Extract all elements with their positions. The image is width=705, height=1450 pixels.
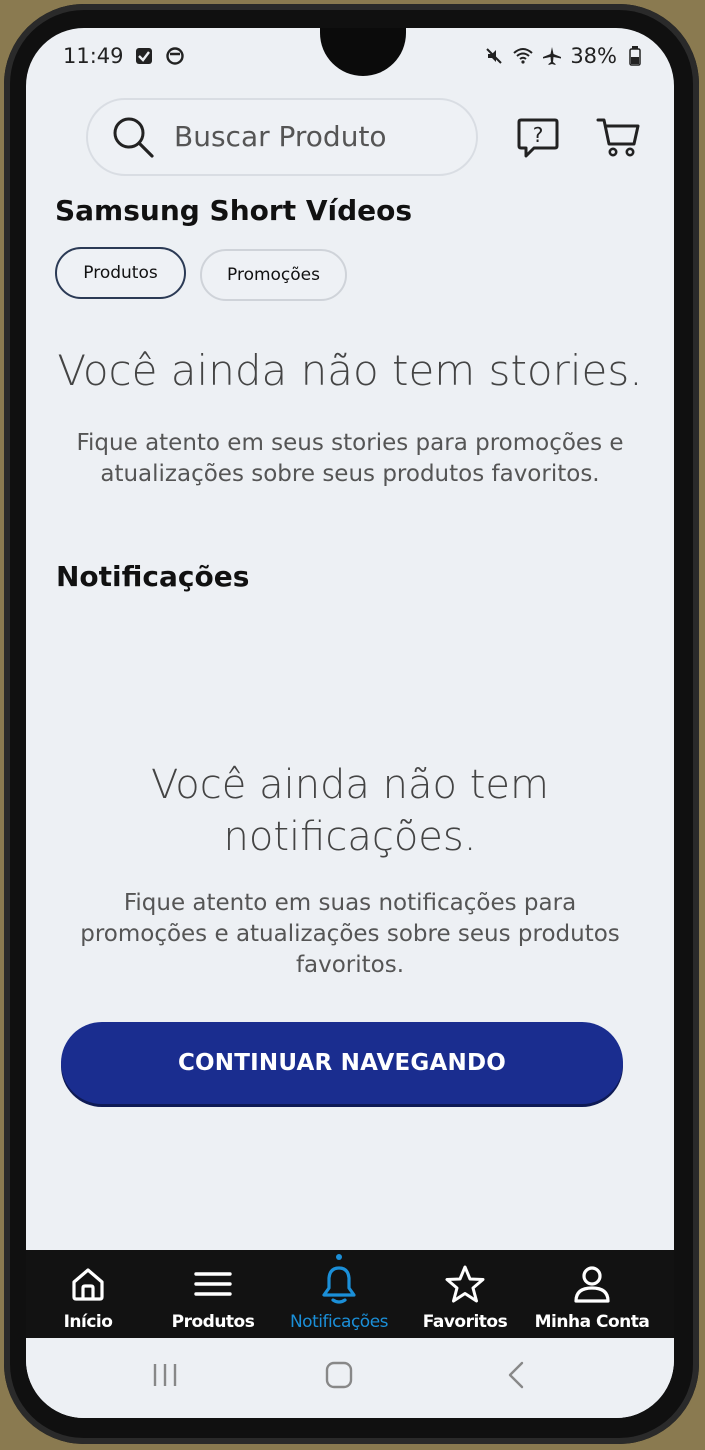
airplane-icon	[541, 45, 563, 67]
search-icon	[110, 114, 156, 164]
nav-item-produtos[interactable]: Produtos	[158, 1250, 268, 1338]
stories-empty-title: Você ainda não tem stories.	[57, 346, 643, 395]
back-icon[interactable]	[502, 1360, 532, 1394]
home-icon	[68, 1264, 108, 1308]
search-bar[interactable]: Buscar Produto	[86, 98, 478, 176]
recent-apps-icon[interactable]	[150, 1360, 180, 1394]
nav-item-minha-conta[interactable]: Minha Conta	[534, 1250, 650, 1338]
nav-label-inicio: Início	[63, 1312, 113, 1332]
nav-label-notificacoes: Notificações	[289, 1312, 389, 1332]
star-icon	[445, 1264, 485, 1308]
status-time: 11:49	[63, 44, 124, 68]
help-chat-icon[interactable]: ?	[516, 116, 560, 164]
status-left: 11:49	[63, 44, 186, 68]
mute-icon	[483, 45, 505, 67]
nav-item-favoritos[interactable]: Favoritos	[410, 1250, 520, 1338]
app-screen: 11:49 38% Buscar Produto ? Samsung Short…	[26, 28, 674, 1418]
checkbox-notification-icon	[133, 45, 155, 67]
user-icon	[572, 1264, 612, 1308]
notifications-title: Notificações	[56, 560, 250, 593]
nav-item-notificacoes[interactable]: Notificações	[284, 1250, 394, 1338]
notifications-empty-description: Fique atento em suas notificações para p…	[80, 890, 620, 978]
search-input[interactable]: Buscar Produto	[174, 120, 387, 153]
system-navigation-bar	[26, 1338, 674, 1418]
nav-label-favoritos: Favoritos	[422, 1312, 508, 1332]
continue-browsing-button[interactable]: CONTINUAR NAVEGANDO	[61, 1022, 623, 1104]
menu-icon	[193, 1264, 233, 1308]
chip-produtos[interactable]: Produtos	[55, 247, 186, 299]
nav-label-minha-conta: Minha Conta	[534, 1312, 650, 1332]
status-right: 38%	[483, 44, 646, 68]
active-indicator-dot	[336, 1254, 342, 1260]
nav-item-inicio[interactable]: Início	[33, 1250, 143, 1338]
cart-icon[interactable]	[596, 114, 642, 164]
battery-percent: 38%	[570, 44, 617, 68]
notifications-empty-title-line1: Você ainda não tem	[151, 762, 549, 808]
stories-empty-description: Fique atento em seus stories para promoç…	[76, 430, 624, 487]
short-videos-title: Samsung Short Vídeos	[55, 194, 413, 227]
bell-icon	[319, 1264, 359, 1310]
wifi-icon	[512, 45, 534, 67]
notifications-empty-title-line2: notificações.	[223, 814, 477, 860]
battery-icon	[624, 45, 646, 67]
home-button-icon[interactable]	[324, 1360, 354, 1394]
circle-notification-icon	[164, 45, 186, 67]
chip-promocoes[interactable]: Promoções	[200, 249, 347, 301]
bottom-navigation: Início Produtos Notificações Favoritos M…	[26, 1250, 674, 1338]
svg-text:?: ?	[533, 123, 544, 147]
nav-label-produtos: Produtos	[171, 1312, 255, 1332]
